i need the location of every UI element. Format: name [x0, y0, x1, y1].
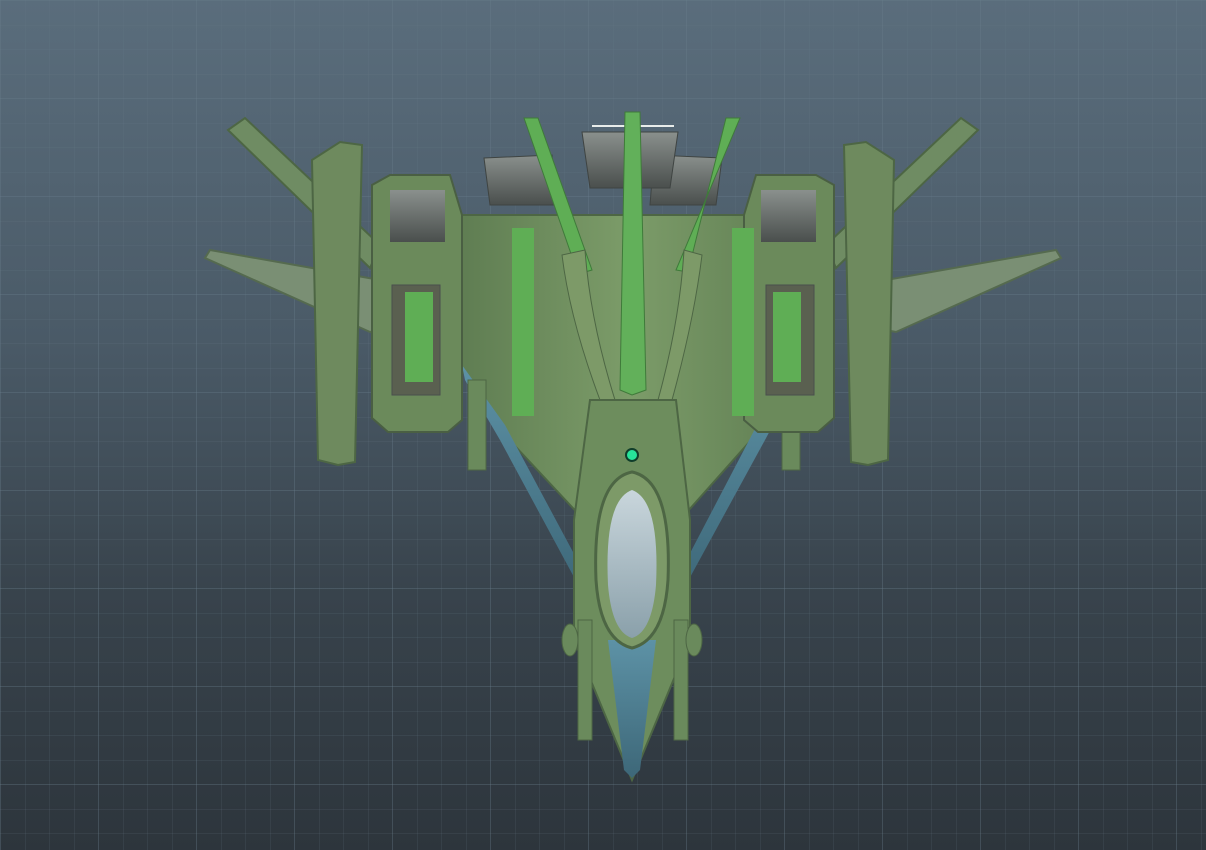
rear-engines [483, 125, 723, 206]
left-engine-pod [371, 174, 463, 433]
spaceship-model[interactable] [0, 0, 1206, 850]
left-rear-fin [203, 116, 382, 467]
right-rear-fin [824, 116, 1063, 467]
3d-viewport[interactable] [0, 0, 1206, 850]
cockpit-canopy [594, 470, 670, 650]
right-engine-pod [743, 174, 835, 433]
pivot-point-icon[interactable] [625, 448, 639, 462]
